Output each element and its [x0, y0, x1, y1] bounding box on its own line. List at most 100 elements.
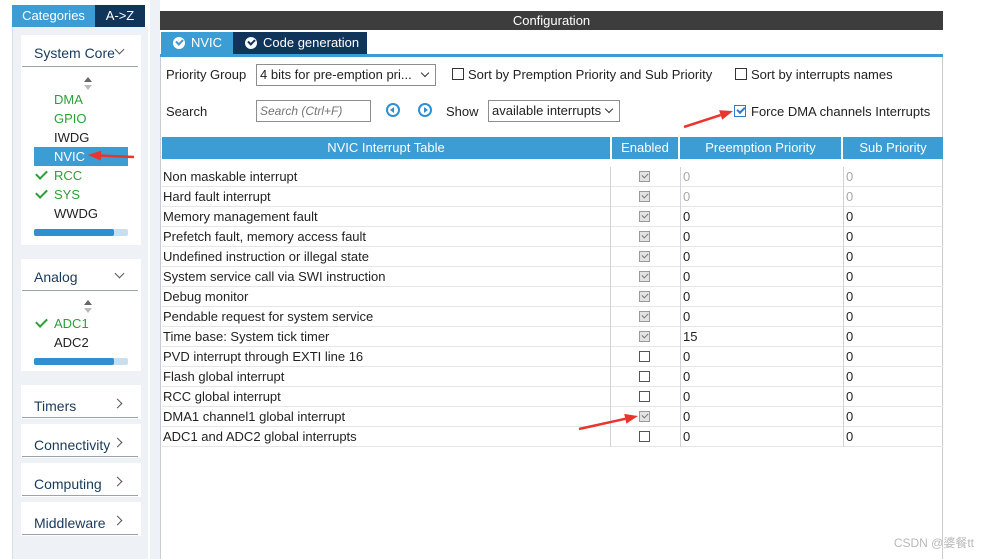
sort-names-checkbox[interactable] [735, 68, 747, 80]
table-row[interactable]: Flash global interrupt 0 0 [162, 367, 943, 387]
sidebar-item-nvic[interactable]: NVIC [34, 147, 128, 166]
sidebar-item-wwdg[interactable]: WWDG [54, 204, 98, 223]
column-header-interrupt[interactable]: NVIC Interrupt Table [162, 137, 610, 159]
preemption-priority-cell[interactable]: 0 [680, 407, 841, 427]
preemption-priority-cell[interactable]: 15 [680, 327, 841, 347]
enabled-checkbox[interactable] [639, 431, 650, 442]
table-row[interactable]: Non maskable interrupt 0 0 [162, 167, 943, 187]
sort-premption-label[interactable]: Sort by Premption Priority and Sub Prior… [468, 67, 712, 82]
sidebar-tabs: Categories A->Z [12, 5, 145, 27]
category-system-core[interactable]: System Core [34, 45, 115, 61]
preemption-priority-cell[interactable]: 0 [680, 267, 841, 287]
column-header-preemption[interactable]: Preemption Priority [680, 137, 841, 159]
preemption-priority-cell[interactable]: 0 [680, 427, 841, 447]
sort-premption-checkbox[interactable] [452, 68, 464, 80]
sort-names-label[interactable]: Sort by interrupts names [751, 67, 893, 82]
enabled-checkbox[interactable] [639, 171, 650, 182]
preemption-priority-cell[interactable]: 0 [680, 287, 841, 307]
enabled-checkbox[interactable] [639, 391, 650, 402]
sub-priority-cell[interactable]: 0 [843, 427, 943, 447]
category-timers[interactable]: Timers [34, 398, 76, 414]
table-row[interactable]: RCC global interrupt 0 0 [162, 387, 943, 407]
horizontal-scrollbar[interactable] [34, 358, 128, 365]
preemption-priority-cell[interactable]: 0 [680, 307, 841, 327]
preemption-priority-cell[interactable]: 0 [680, 187, 841, 207]
search-input[interactable] [256, 100, 371, 122]
sort-icon[interactable] [84, 77, 92, 91]
table-row[interactable]: System service call via SWI instruction 0… [162, 267, 943, 287]
sub-priority-cell[interactable]: 0 [843, 327, 943, 347]
enabled-checkbox[interactable] [639, 191, 650, 202]
scrollbar-thumb[interactable] [34, 229, 114, 236]
category-middleware[interactable]: Middleware [34, 515, 106, 531]
category-analog[interactable]: Analog [34, 269, 78, 285]
sub-priority-cell[interactable]: 0 [843, 407, 943, 427]
preemption-priority-cell[interactable]: 0 [680, 227, 841, 247]
enabled-checkbox[interactable] [639, 351, 650, 362]
sidebar-item-adc2[interactable]: ADC2 [54, 333, 89, 352]
enabled-checkbox[interactable] [639, 371, 650, 382]
horizontal-scrollbar[interactable] [34, 229, 128, 236]
enabled-checkbox[interactable] [639, 411, 650, 422]
sub-priority-cell[interactable]: 0 [843, 347, 943, 367]
table-row[interactable]: PVD interrupt through EXTI line 16 0 0 [162, 347, 943, 367]
enabled-checkbox[interactable] [639, 271, 650, 282]
sub-priority-cell[interactable]: 0 [843, 267, 943, 287]
table-row[interactable]: DMA1 channel1 global interrupt 0 0 [162, 407, 943, 427]
tab-nvic[interactable]: NVIC [161, 32, 233, 54]
force-dma-checkbox[interactable] [734, 105, 746, 117]
table-row[interactable]: ADC1 and ADC2 global interrupts 0 0 [162, 427, 943, 447]
table-row[interactable]: Time base: System tick timer 15 0 [162, 327, 943, 347]
scrollbar-thumb[interactable] [34, 358, 114, 365]
preemption-priority-cell[interactable]: 0 [680, 247, 841, 267]
preemption-priority-cell[interactable]: 0 [680, 347, 841, 367]
enabled-cell [612, 387, 678, 407]
sub-priority-cell[interactable]: 0 [843, 307, 943, 327]
sub-priority-cell[interactable]: 0 [843, 387, 943, 407]
preemption-priority-cell[interactable]: 0 [680, 367, 841, 387]
search-next-icon[interactable] [418, 103, 432, 117]
sidebar-item-gpio[interactable]: GPIO [54, 109, 87, 128]
preemption-priority-cell[interactable]: 0 [680, 207, 841, 227]
preemption-priority-cell[interactable]: 0 [680, 387, 841, 407]
table-row[interactable]: Hard fault interrupt 0 0 [162, 187, 943, 207]
table-row[interactable]: Memory management fault 0 0 [162, 207, 943, 227]
sub-priority-cell[interactable]: 0 [843, 167, 943, 187]
table-row[interactable]: Undefined instruction or illegal state 0 0 [162, 247, 943, 267]
sub-priority-cell[interactable]: 0 [843, 367, 943, 387]
sub-priority-cell[interactable]: 0 [843, 287, 943, 307]
sub-priority-cell[interactable]: 0 [843, 187, 943, 207]
enabled-checkbox[interactable] [639, 291, 650, 302]
tab-a-to-z[interactable]: A->Z [95, 5, 145, 27]
priority-group-select[interactable]: 4 bits for pre-emption pri... [256, 64, 436, 86]
enabled-checkbox[interactable] [639, 331, 650, 342]
tab-code-generation[interactable]: Code generation [233, 32, 367, 54]
show-select[interactable]: available interrupts [488, 100, 620, 122]
column-header-sub-priority[interactable]: Sub Priority [843, 137, 943, 159]
sidebar-item-adc1[interactable]: ADC1 [54, 314, 89, 333]
tab-categories[interactable]: Categories [12, 5, 95, 27]
enabled-checkbox[interactable] [639, 311, 650, 322]
sidebar-item-sys[interactable]: SYS [54, 185, 80, 204]
enabled-checkbox[interactable] [639, 231, 650, 242]
sidebar-item-iwdg[interactable]: IWDG [54, 128, 89, 147]
sub-priority-cell[interactable]: 0 [843, 247, 943, 267]
column-header-enabled[interactable]: Enabled [612, 137, 678, 159]
table-row[interactable]: Prefetch fault, memory access fault 0 0 [162, 227, 943, 247]
enabled-checkbox[interactable] [639, 251, 650, 262]
force-dma-label[interactable]: Force DMA channels Interrupts [751, 104, 930, 119]
sidebar-item-dma[interactable]: DMA [54, 90, 83, 109]
config-tabs: NVIC Code generation [160, 31, 943, 57]
sub-priority-cell[interactable]: 0 [843, 227, 943, 247]
table-row[interactable]: Pendable request for system service 0 0 [162, 307, 943, 327]
sub-priority-cell[interactable]: 0 [843, 207, 943, 227]
sort-icon[interactable] [84, 300, 92, 314]
enabled-checkbox[interactable] [639, 211, 650, 222]
category-computing[interactable]: Computing [34, 476, 102, 492]
search-previous-icon[interactable] [386, 103, 400, 117]
preemption-priority-cell[interactable]: 0 [680, 167, 841, 187]
panel-gutter [150, 0, 160, 559]
table-row[interactable]: Debug monitor 0 0 [162, 287, 943, 307]
category-connectivity[interactable]: Connectivity [34, 437, 110, 453]
sidebar-item-rcc[interactable]: RCC [54, 166, 82, 185]
